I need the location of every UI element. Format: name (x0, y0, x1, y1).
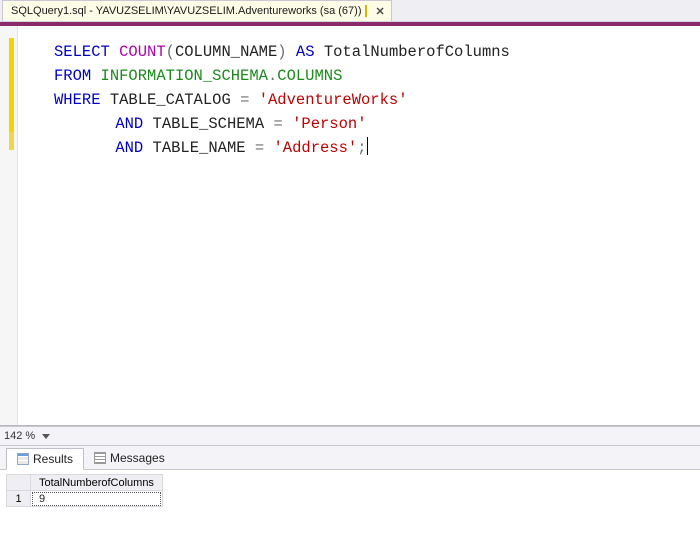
eq: = (273, 115, 282, 133)
tab-messages[interactable]: Messages (84, 447, 175, 469)
cell-value[interactable]: 9 (31, 491, 163, 507)
table-row: 1 9 (7, 491, 163, 507)
lit-address: 'Address' (273, 139, 357, 157)
kw-from: FROM (54, 67, 91, 85)
dirty-indicator (365, 5, 367, 17)
sql-editor[interactable]: SELECT COUNT(COLUMN_NAME) AS TotalNumber… (0, 26, 700, 426)
dot: . (268, 67, 277, 85)
document-tab-title: SQLQuery1.sql - YAVUZSELIM\YAVUZSELIM.Ad… (11, 5, 361, 17)
grid-corner[interactable] (7, 475, 31, 491)
paren-open: ( (166, 43, 175, 61)
tab-messages-label: Messages (110, 451, 165, 465)
results-icon (17, 453, 29, 465)
kw-select: SELECT (54, 43, 110, 61)
close-icon[interactable]: ✕ (375, 5, 384, 18)
col-header-total[interactable]: TotalNumberofColumns (31, 475, 163, 491)
results-tab-strip: Results Messages (0, 446, 700, 470)
zoom-value: 142 % (4, 430, 35, 442)
kw-and: AND (115, 139, 143, 157)
semi: ; (357, 139, 366, 157)
arg-column-name: COLUMN_NAME (175, 43, 277, 61)
kw-and: AND (115, 115, 143, 133)
fn-count: COUNT (119, 43, 166, 61)
editor-text[interactable]: SELECT COUNT(COLUMN_NAME) AS TotalNumber… (18, 26, 700, 425)
alias: TotalNumberofColumns (324, 43, 510, 61)
change-marker (9, 132, 14, 150)
schema: INFORMATION_SCHEMA (101, 67, 268, 85)
lit-adventureworks: 'AdventureWorks' (259, 91, 408, 109)
document-tab-active[interactable]: SQLQuery1.sql - YAVUZSELIM\YAVUZSELIM.Ad… (2, 0, 392, 21)
col-table-catalog: TABLE_CATALOG (110, 91, 231, 109)
paren-close: ) (277, 43, 286, 61)
kw-as: AS (296, 43, 315, 61)
messages-icon (94, 452, 106, 464)
col-table-schema: TABLE_SCHEMA (153, 115, 265, 133)
document-tab-strip: SQLQuery1.sql - YAVUZSELIM\YAVUZSELIM.Ad… (0, 0, 700, 22)
lit-person: 'Person' (292, 115, 366, 133)
col-table-name: TABLE_NAME (153, 139, 246, 157)
eq: = (240, 91, 249, 109)
change-marker (9, 38, 14, 132)
tab-results-label: Results (33, 452, 73, 466)
results-grid[interactable]: TotalNumberofColumns 1 9 (0, 470, 700, 507)
zoom-dropdown[interactable] (41, 431, 51, 441)
object: COLUMNS (277, 67, 342, 85)
kw-where: WHERE (54, 91, 101, 109)
editor-gutter (0, 26, 18, 425)
zoom-bar: 142 % (0, 426, 700, 446)
text-caret (367, 137, 368, 155)
row-number[interactable]: 1 (7, 491, 31, 507)
tab-results[interactable]: Results (6, 448, 84, 470)
eq: = (255, 139, 264, 157)
